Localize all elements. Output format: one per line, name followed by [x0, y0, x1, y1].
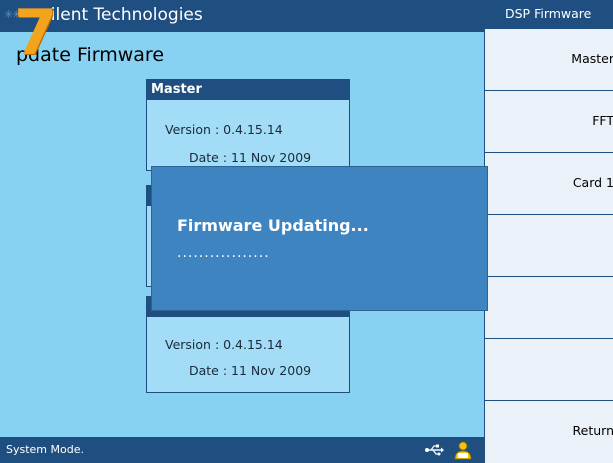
master-firmware-card: Master Version : 0.4.15.14 Date : 11 Nov… [146, 79, 350, 171]
updating-message: Firmware Updating... [177, 216, 369, 235]
status-bar: System Mode. [0, 437, 484, 463]
softkey-blank-5[interactable] [485, 276, 613, 338]
user-icon [454, 441, 472, 460]
softkey-panel: DSP Firmware Master FFT Card 1 Return [484, 0, 613, 463]
softkey-master-label: Master [571, 51, 613, 66]
softkey-blank-4[interactable] [485, 214, 613, 276]
card1-date: Date : 11 Nov 2009 [189, 363, 312, 378]
softkey-card1[interactable]: Card 1 [485, 152, 613, 214]
softkey-fft[interactable]: FFT [485, 90, 613, 152]
updating-progress: ................. [177, 245, 270, 261]
version-badge: 7 [14, 0, 58, 69]
card1-version: Version : 0.4.15.14 [165, 337, 283, 352]
status-text: System Mode. [6, 443, 84, 456]
brand-name: gilent Technologies [40, 5, 203, 25]
softkey-card1-label: Card 1 [572, 175, 613, 190]
softkey-blank-6[interactable] [485, 338, 613, 400]
softkey-fft-label: FFT [592, 113, 613, 128]
firmware-updating-dialog: Firmware Updating... ................. [151, 166, 488, 311]
softkey-menu-title: DSP Firmware [485, 0, 613, 28]
master-version: Version : 0.4.15.14 [165, 122, 283, 137]
master-card-title: Master [147, 80, 349, 100]
usb-icon [425, 444, 444, 456]
softkey-return[interactable]: Return [485, 400, 613, 463]
master-date: Date : 11 Nov 2009 [189, 150, 312, 165]
softkey-master[interactable]: Master [485, 28, 613, 90]
softkey-return-label: Return [572, 423, 613, 438]
title-bar: ✳✳ gilent Technologies [0, 0, 484, 32]
